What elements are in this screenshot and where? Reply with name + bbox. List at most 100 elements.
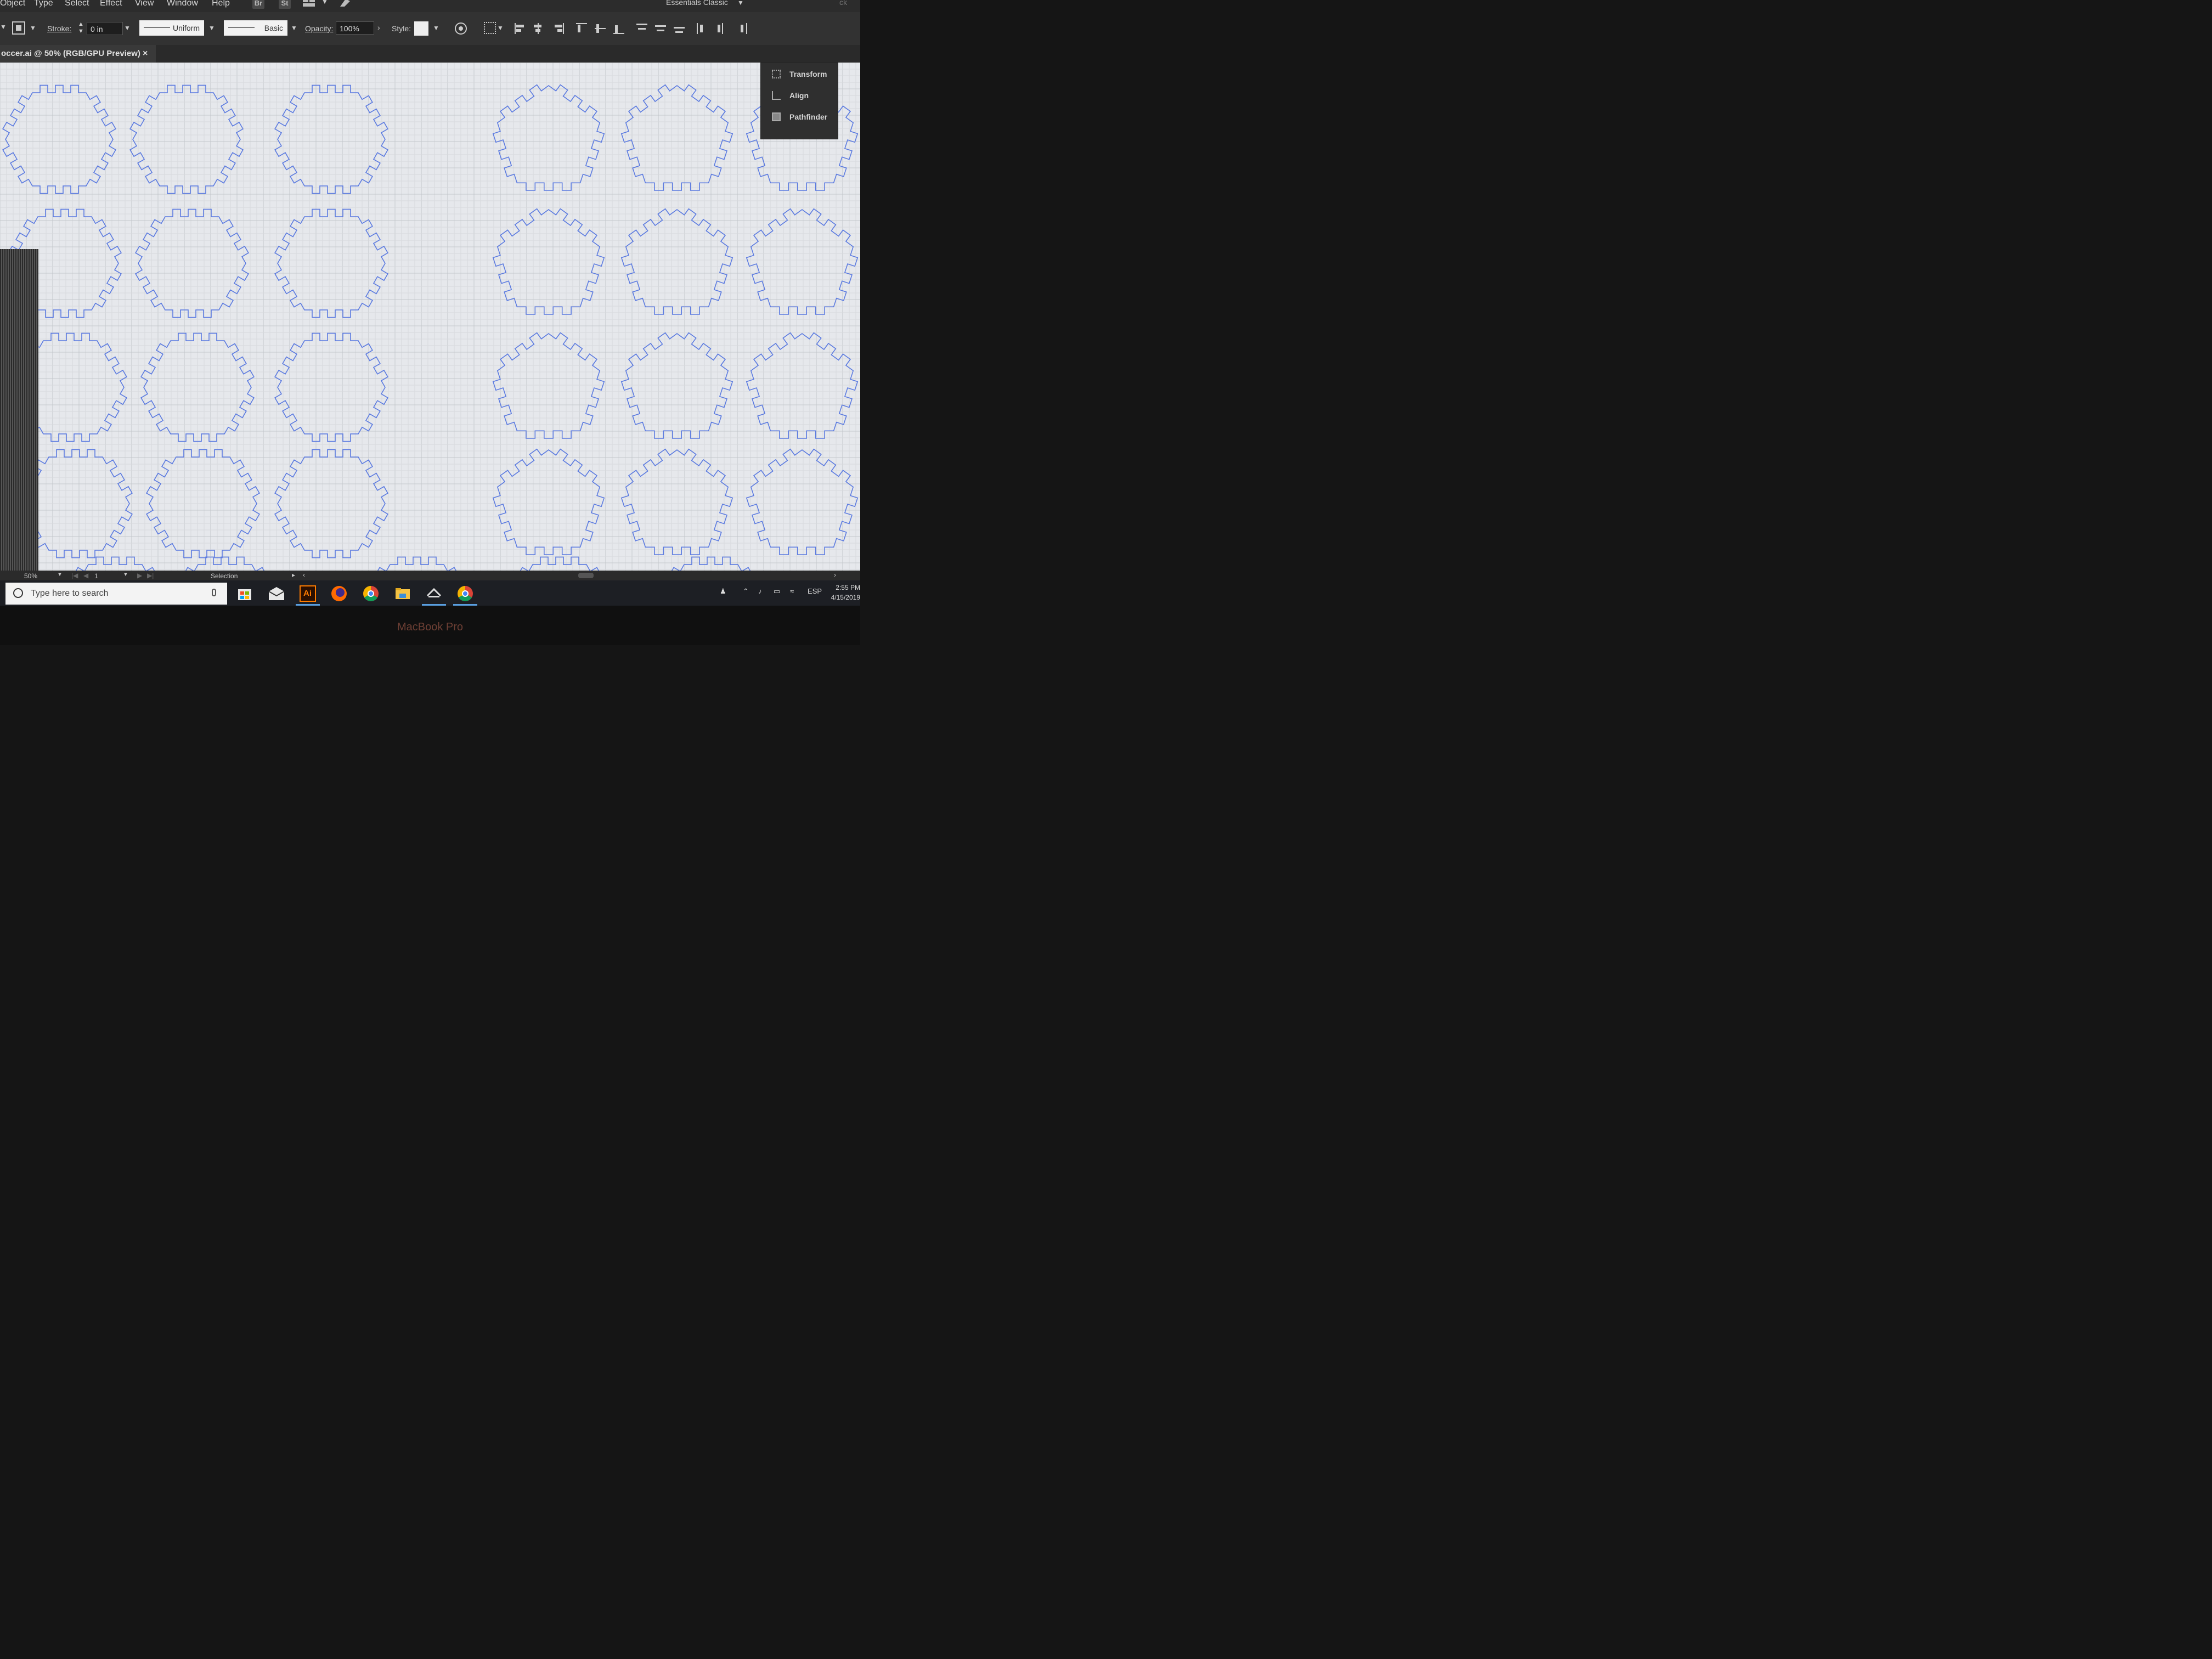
stroke-swatch[interactable] <box>12 21 25 35</box>
shapes-layer[interactable] <box>0 63 860 571</box>
microphone-icon[interactable] <box>212 589 216 596</box>
stroke-stepper[interactable]: ▲ ▼ <box>78 21 84 35</box>
distribute-bottom-icon[interactable] <box>673 22 687 35</box>
chevron-up-icon[interactable]: ⌃ <box>743 587 749 596</box>
distribute-vertical-center-icon[interactable] <box>654 22 668 35</box>
hexagon-puzzle-piece[interactable] <box>146 449 260 558</box>
taskbar-search-box[interactable]: Type here to search <box>5 583 227 605</box>
pentagon-puzzle-piece[interactable] <box>620 448 733 555</box>
align-horizontal-center-icon[interactable] <box>532 22 546 35</box>
pentagon-puzzle-piece[interactable] <box>620 208 733 315</box>
partial-puzzle-piece[interactable] <box>360 556 473 571</box>
bridge-button[interactable]: Br <box>252 0 264 9</box>
people-icon[interactable]: ♟ <box>720 587 726 596</box>
brush-definition[interactable]: Basic <box>224 20 287 36</box>
first-artboard-icon[interactable]: |◀ <box>71 572 78 579</box>
chevron-down-icon[interactable]: ▼ <box>124 24 131 32</box>
chevron-down-icon[interactable]: ▼ <box>737 0 744 7</box>
chevron-down-icon[interactable]: ▼ <box>208 24 215 32</box>
system-clock[interactable]: 2:55 PM 4/15/2019 <box>824 583 860 602</box>
menu-object[interactable]: Object <box>0 0 25 8</box>
distribute-horizontal-center-icon[interactable] <box>715 22 730 35</box>
chevron-down-icon[interactable]: ▼ <box>497 24 504 32</box>
hexagon-puzzle-piece[interactable] <box>129 84 244 194</box>
pentagon-puzzle-piece[interactable] <box>746 448 859 555</box>
battery-icon[interactable]: ▭ <box>774 587 780 596</box>
distribute-left-icon[interactable] <box>696 22 710 35</box>
menu-window[interactable]: Window <box>167 0 198 8</box>
align-right-icon[interactable] <box>552 22 566 35</box>
pentagon-puzzle-piece[interactable] <box>492 84 605 191</box>
pentagon-puzzle-piece[interactable] <box>746 332 859 439</box>
opacity-input[interactable]: 100% <box>336 21 374 35</box>
mail-icon[interactable] <box>264 583 289 605</box>
menu-view[interactable]: View <box>135 0 154 8</box>
chevron-down-icon[interactable]: ▼ <box>123 572 128 578</box>
pentagon-puzzle-piece[interactable] <box>620 84 733 191</box>
align-panel-button[interactable]: Align <box>761 89 838 105</box>
language-indicator[interactable]: ESP <box>808 587 822 595</box>
last-artboard-icon[interactable]: ▶| <box>147 572 154 579</box>
pentagon-puzzle-piece[interactable] <box>492 448 605 555</box>
menu-help[interactable]: Help <box>212 0 230 8</box>
graphic-style-swatch[interactable] <box>414 21 428 36</box>
opacity-label[interactable]: Opacity: <box>305 24 333 33</box>
chevron-down-icon[interactable]: ▼ <box>433 24 439 32</box>
zoom-level[interactable]: 50% <box>24 572 37 580</box>
chevron-right-icon[interactable]: › <box>377 23 380 32</box>
horizontal-scrollbar-thumb[interactable] <box>578 573 594 578</box>
previous-artboard-icon[interactable]: ◀ <box>83 572 88 579</box>
hexagon-puzzle-piece[interactable] <box>274 84 388 194</box>
chevron-down-icon[interactable]: ▼ <box>57 572 63 578</box>
menu-select[interactable]: Select <box>65 0 89 8</box>
stroke-weight-input[interactable]: 0 in <box>87 22 123 35</box>
partial-puzzle-piece[interactable] <box>59 556 172 571</box>
wifi-icon[interactable]: ≈ <box>790 587 794 595</box>
chevron-down-icon[interactable]: ▼ <box>0 23 7 31</box>
app-icon[interactable] <box>422 583 446 606</box>
align-top-icon[interactable] <box>575 22 589 35</box>
align-bottom-icon[interactable] <box>612 22 627 35</box>
hexagon-puzzle-piece[interactable] <box>2 84 116 194</box>
file-explorer-icon[interactable] <box>391 583 415 605</box>
chrome-icon[interactable] <box>453 583 477 606</box>
menu-type[interactable]: Type <box>34 0 53 8</box>
close-icon[interactable]: × <box>143 45 148 63</box>
transform-panel-button[interactable]: Transform <box>761 67 838 84</box>
partial-puzzle-piece[interactable] <box>168 556 281 571</box>
menu-effect[interactable]: Effect <box>100 0 122 8</box>
hexagon-puzzle-piece[interactable] <box>274 332 388 442</box>
variable-width-profile[interactable]: Uniform <box>139 20 204 36</box>
chevron-down-icon[interactable]: ▼ <box>321 0 328 5</box>
hexagon-puzzle-piece[interactable] <box>274 208 388 318</box>
workspace-switcher[interactable]: Essentials Classic <box>666 0 728 7</box>
store-icon[interactable] <box>233 583 257 605</box>
pentagon-puzzle-piece[interactable] <box>746 208 859 315</box>
partial-puzzle-piece[interactable] <box>503 556 616 571</box>
chrome-icon[interactable] <box>359 583 383 605</box>
status-menu-icon[interactable]: ▸ <box>292 571 295 579</box>
hexagon-puzzle-piece[interactable] <box>140 332 255 442</box>
distribute-top-icon[interactable] <box>635 22 650 35</box>
next-artboard-icon[interactable]: ▶ <box>137 572 142 579</box>
scroll-right-icon[interactable]: › <box>834 571 836 579</box>
volume-icon[interactable]: ♪ <box>758 587 762 595</box>
hexagon-puzzle-piece[interactable] <box>274 449 388 558</box>
gpu-performance-icon[interactable] <box>339 0 351 8</box>
chevron-down-icon[interactable]: ▼ <box>291 24 297 32</box>
illustrator-icon[interactable]: Ai <box>296 583 320 606</box>
scroll-left-icon[interactable]: ‹ <box>303 571 305 579</box>
partial-puzzle-piece[interactable] <box>654 556 768 571</box>
pentagon-puzzle-piece[interactable] <box>492 332 605 439</box>
pathfinder-panel-button[interactable]: Pathfinder <box>761 110 838 127</box>
distribute-right-icon[interactable] <box>735 22 749 35</box>
document-tab[interactable]: occer.ai @ 50% (RGB/GPU Preview) × <box>0 45 156 63</box>
pentagon-puzzle-piece[interactable] <box>492 208 605 315</box>
chevron-down-icon[interactable]: ▼ <box>30 24 36 32</box>
stock-button[interactable]: St <box>279 0 291 9</box>
stroke-label[interactable]: Stroke: <box>47 24 71 33</box>
artboard-canvas[interactable]: Transform Align Pathfinder <box>0 63 860 571</box>
artboard-number[interactable]: 1 <box>94 572 98 580</box>
hexagon-puzzle-piece[interactable] <box>135 208 249 318</box>
align-left-icon[interactable] <box>514 22 528 35</box>
